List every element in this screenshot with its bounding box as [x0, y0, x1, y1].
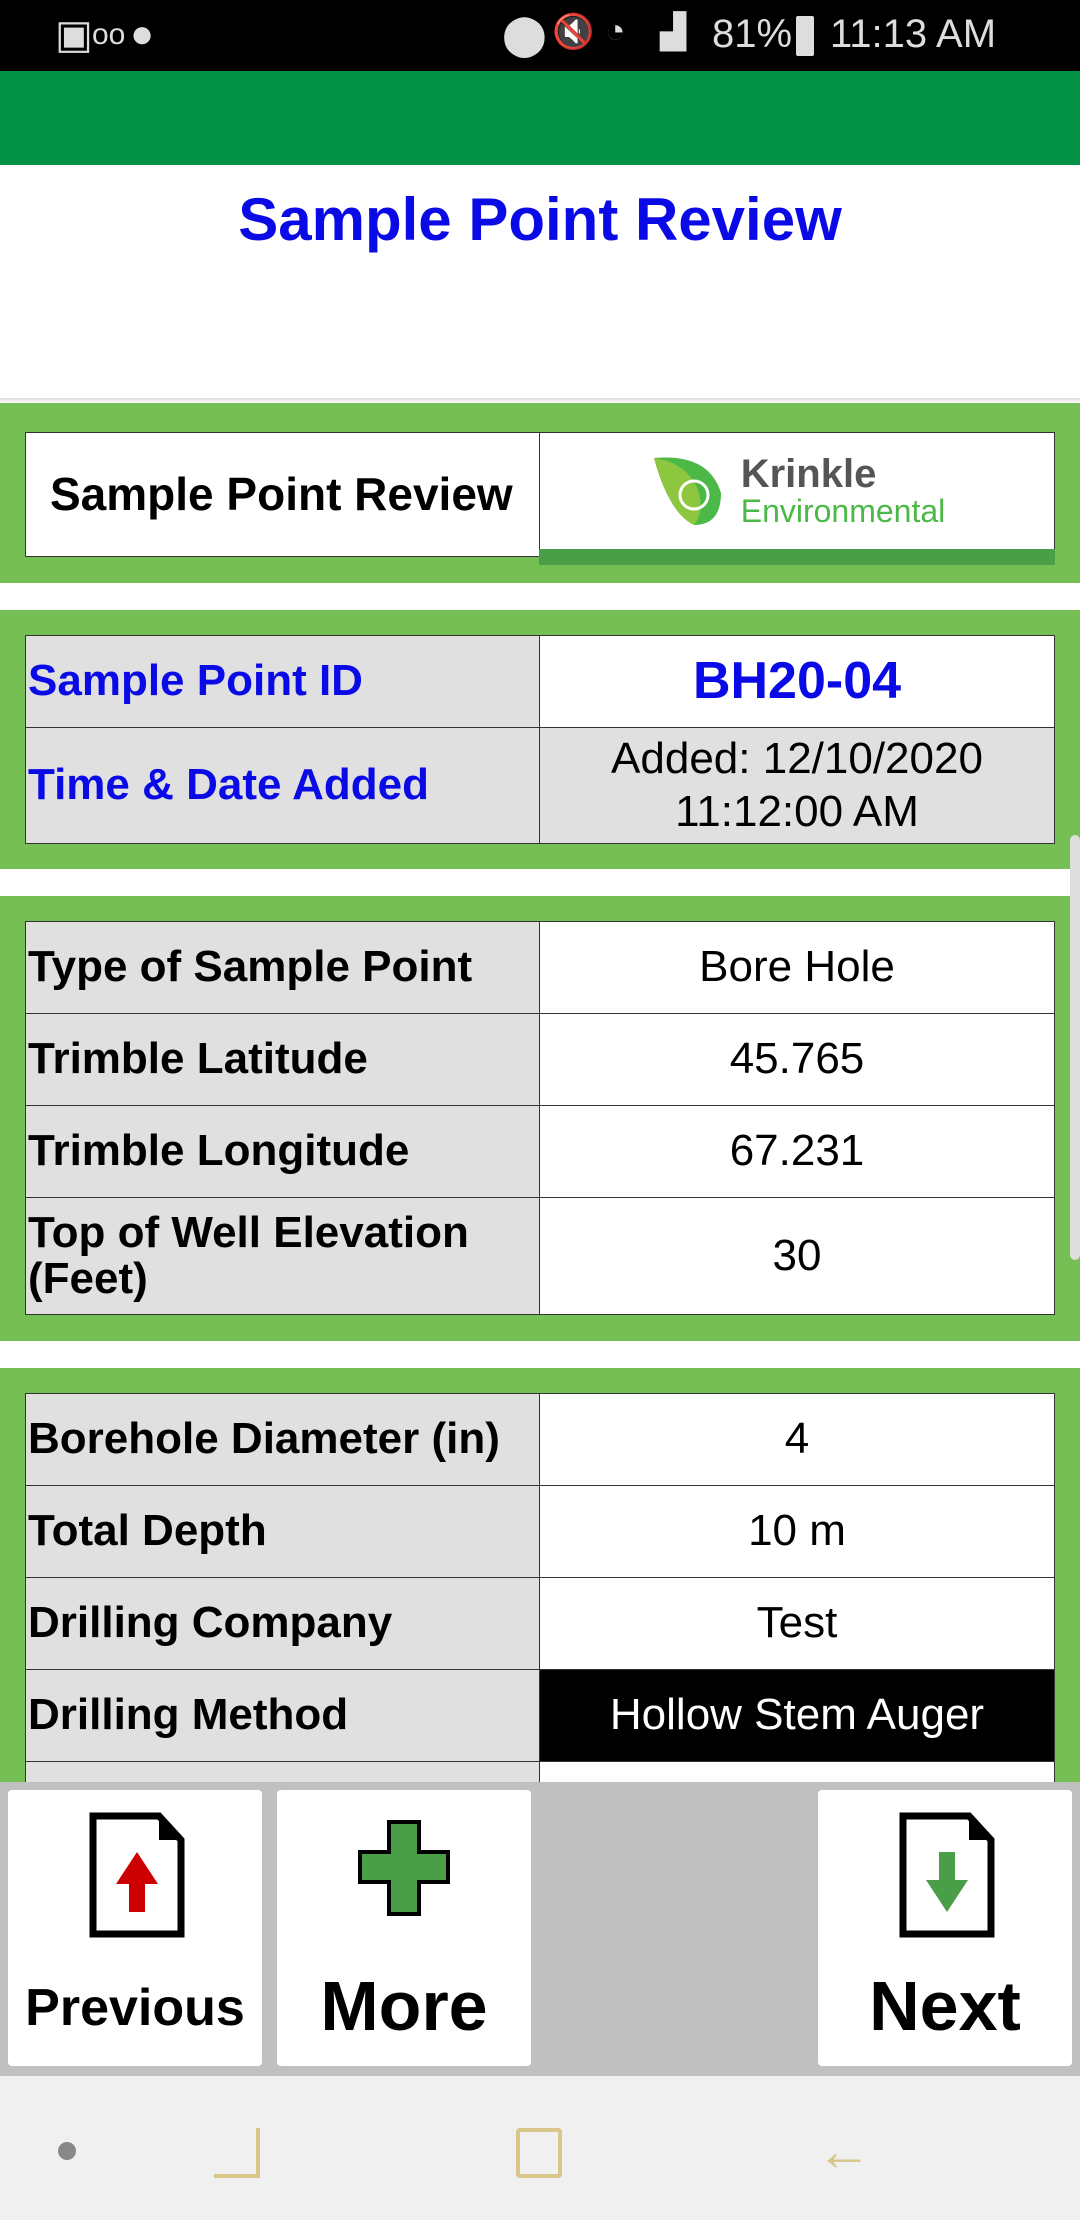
more-button[interactable]: More — [277, 1790, 531, 2066]
diameter-value[interactable]: 4 — [539, 1393, 1055, 1486]
leaf-globe-icon — [653, 457, 721, 525]
table-row: Total Depth 10 m — [25, 1485, 1055, 1578]
previous-record-icon — [89, 1812, 185, 1938]
table-row: Time & Date Added Added: 12/10/2020 11:1… — [25, 727, 1055, 844]
next-record-icon — [899, 1812, 995, 1938]
table-row: Top of Well Elevation (Feet) 30 — [25, 1197, 1055, 1315]
longitude-label: Trimble Longitude — [25, 1105, 540, 1198]
logo-name: Krinkle — [740, 451, 877, 496]
sample-id-value: BH20-04 — [539, 635, 1055, 728]
table-row: Borehole Diameter (in) 4 — [25, 1393, 1055, 1486]
gallery-icon: ▣ — [55, 13, 93, 57]
company-logo: Krinkle Environmental — [539, 432, 1055, 565]
battery-level: 81% — [712, 12, 793, 56]
latitude-label: Trimble Latitude — [25, 1013, 540, 1106]
method-value[interactable]: Hollow Stem Auger — [539, 1669, 1055, 1762]
clock: 11:13 AM — [830, 12, 997, 56]
header-label: Sample Point Review — [25, 432, 540, 557]
app-bar — [0, 71, 1080, 165]
logo-subtitle: Environmental — [740, 492, 946, 529]
more-label: More — [320, 1967, 488, 2045]
drilling-panel: Borehole Diameter (in) 4 Total Depth 10 m … — [0, 1368, 1080, 1854]
home-icon[interactable] — [516, 2128, 562, 2178]
type-label: Type of Sample Point — [25, 921, 540, 1014]
status-bar: ▣ oo ● ⬤ 🔇 ◔ ▟ 81% 11:13 AM — [0, 0, 1080, 71]
table-row: Type of Sample Point Bore Hole — [25, 921, 1055, 1014]
company-label: Drilling Company — [25, 1577, 540, 1670]
previous-button[interactable]: Previous — [8, 1790, 262, 2066]
scrollbar[interactable] — [1070, 835, 1080, 1260]
time-added-value: 11:12:00 AM — [675, 786, 919, 836]
depth-value[interactable]: 10 m — [539, 1485, 1055, 1578]
dot-icon — [58, 2142, 76, 2160]
recent-apps-icon[interactable] — [214, 2128, 260, 2178]
page-title: Sample Point Review — [238, 186, 842, 253]
header-panel: Sample Point Review Krinkle Environmenta… — [0, 403, 1080, 583]
battery-icon — [796, 16, 814, 56]
company-value[interactable]: Test — [539, 1577, 1055, 1670]
next-button[interactable]: Next — [818, 1790, 1072, 2066]
elevation-label: Top of Well Elevation (Feet) — [25, 1197, 540, 1315]
depth-label: Total Depth — [25, 1485, 540, 1578]
details-panel: Type of Sample Point Bore Hole Trimble La… — [0, 896, 1080, 1341]
table-row: Drilling Company Test — [25, 1577, 1055, 1670]
table-row: Trimble Latitude 45.765 — [25, 1013, 1055, 1106]
table-row: Sample Point ID BH20-04 — [25, 635, 1055, 728]
diameter-label: Borehole Diameter (in) — [25, 1393, 540, 1486]
location-icon: ⬤ — [502, 13, 547, 57]
longitude-value[interactable]: 67.231 — [539, 1105, 1055, 1198]
back-icon[interactable]: ← — [816, 2118, 872, 2183]
date-added-value: Added: 12/10/2020 — [611, 734, 983, 784]
id-panel: Sample Point ID BH20-04 Time & Date Adde… — [0, 610, 1080, 869]
shazam-icon: ● — [130, 12, 155, 56]
previous-label: Previous — [25, 1979, 245, 2037]
table-row: Drilling Method Hollow Stem Auger — [25, 1669, 1055, 1762]
wifi-icon: ◔ — [605, 12, 626, 50]
latitude-value[interactable]: 45.765 — [539, 1013, 1055, 1106]
mute-icon: 🔇 — [552, 13, 595, 51]
next-label: Next — [869, 1967, 1021, 2045]
voicemail-icon: oo — [92, 18, 126, 51]
type-value[interactable]: Bore Hole — [539, 921, 1055, 1014]
table-row: Trimble Longitude 67.231 — [25, 1105, 1055, 1198]
bottom-toolbar: Previous More Next — [0, 1782, 1080, 2076]
sample-id-label: Sample Point ID — [25, 635, 540, 728]
date-added-label: Time & Date Added — [25, 727, 540, 844]
plus-icon — [358, 1820, 450, 1916]
signal-icon: ▟ — [660, 13, 687, 51]
method-label: Drilling Method — [25, 1669, 540, 1762]
system-nav-bar: ← — [0, 2076, 1080, 2220]
elevation-value[interactable]: 30 — [539, 1197, 1055, 1315]
